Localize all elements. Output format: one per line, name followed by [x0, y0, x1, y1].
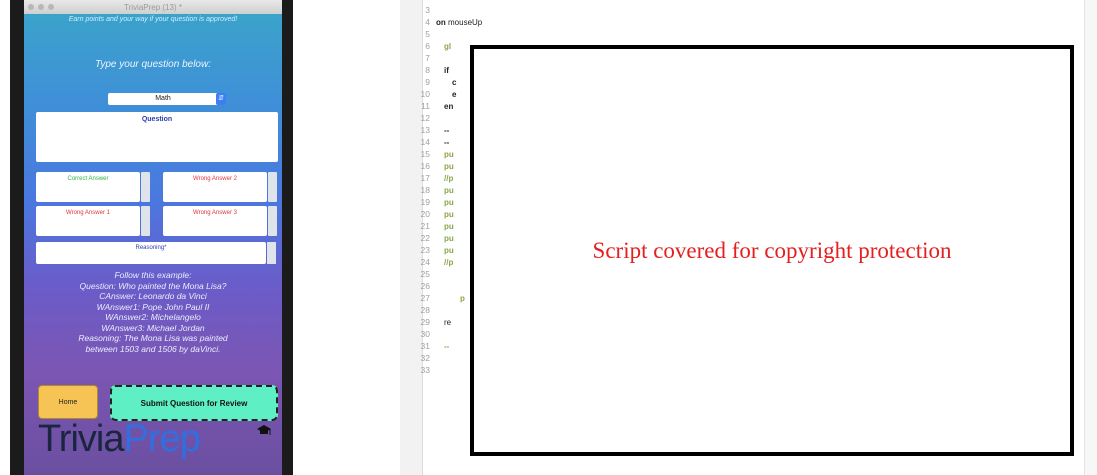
line-number: 20 [420, 209, 430, 219]
editor-scrollbar[interactable] [1084, 0, 1097, 475]
code-fragment: pu [444, 186, 454, 195]
graduation-cap-icon [257, 425, 271, 435]
window-titlebar: TriviaPrep (13) * [24, 0, 282, 14]
earn-points-text: Earn points and your way if your questio… [68, 16, 238, 23]
scrollbar[interactable] [141, 172, 150, 202]
code-line-mouseup[interactable]: on mouseUp [436, 18, 482, 27]
code-fragment: if [444, 66, 449, 75]
triviaprep-logo: TriviaPrep [38, 418, 201, 461]
wrong-answer-1-field[interactable]: Wrong Answer 1 [36, 206, 150, 236]
line-number: 27 [420, 293, 430, 303]
line-number: 15 [420, 149, 430, 159]
wrong-answer-1-label: Wrong Answer 1 [66, 210, 110, 216]
line-number: 32 [420, 353, 430, 363]
example-line: Follow this example: [114, 270, 192, 280]
line-number: 12 [420, 113, 430, 123]
home-button[interactable]: Home [38, 385, 98, 419]
line-number: 24 [420, 257, 430, 267]
keyword-on: on [436, 18, 446, 27]
example-line: WAnswer2: Michelangelo [105, 312, 201, 322]
line-number: 28 [420, 305, 430, 315]
line-number: 26 [420, 281, 430, 291]
line-number: 10 [420, 89, 430, 99]
window-title: TriviaPrep (13) * [124, 2, 182, 12]
line-number: 5 [425, 29, 430, 39]
wrong-answer-2-label: Wrong Answer 2 [193, 176, 237, 182]
line-number: 17 [420, 173, 430, 183]
example-line: Reasoning: The Mona Lisa was painted [78, 333, 228, 343]
subject-value: Math [155, 95, 171, 102]
code-fragment: pu [444, 162, 454, 171]
code-fragment: p [460, 294, 465, 303]
code-fragment: c [452, 78, 457, 87]
phone-mockup: TriviaPrep (13) * Earn points and your w… [10, 0, 293, 475]
line-number: 33 [420, 365, 430, 375]
line-number: 31 [420, 341, 430, 351]
code-fragment: e [452, 90, 457, 99]
code-fragment: pu [444, 150, 454, 159]
scrollbar[interactable] [267, 242, 276, 264]
question-field[interactable]: Question [36, 112, 278, 162]
copyright-cover-box: Script covered for copyright protection [470, 45, 1074, 456]
line-number: 6 [425, 41, 430, 51]
example-line: between 1503 and 1506 by daVinci. [85, 343, 221, 354]
logo-prep: Prep [123, 418, 200, 460]
line-number: 21 [420, 221, 430, 231]
prompt-label: Type your question below: [95, 59, 211, 70]
dropdown-arrow-icon[interactable]: ⇵ [216, 93, 226, 105]
reasoning-label: Reasoning* [135, 245, 167, 251]
code-fragment: pu [444, 246, 454, 255]
code-fragment: -- [444, 126, 450, 135]
code-fragment: pu [444, 222, 454, 231]
correct-answer-field[interactable]: Correct Answer [36, 172, 150, 202]
line-number: 7 [425, 53, 430, 63]
copyright-notice: Script covered for copyright protection [592, 237, 952, 263]
scrollbar[interactable] [141, 206, 150, 236]
code-fragment: en [444, 102, 454, 111]
code-fragment: pu [444, 234, 454, 243]
scrollbar[interactable] [268, 172, 277, 202]
line-number: 9 [425, 77, 430, 87]
wrong-answer-3-label: Wrong Answer 3 [193, 210, 237, 216]
code-fragment: -- [444, 342, 450, 351]
reasoning-field[interactable]: Reasoning* [36, 242, 276, 264]
code-fragment: -- [444, 138, 450, 147]
submit-question-button[interactable]: Submit Question for Review [110, 385, 278, 421]
example-line: Question: Who painted the Mona Lisa? [79, 280, 227, 291]
code-fragment: pu [444, 210, 454, 219]
code-fragment: //p [444, 258, 454, 267]
logo-trivia: Trivia [38, 418, 124, 460]
wrong-answer-2-field[interactable]: Wrong Answer 2 [163, 172, 277, 202]
correct-answer-label: Correct Answer [67, 176, 109, 182]
line-number: 18 [420, 185, 430, 195]
line-number: 29 [420, 317, 430, 327]
handler-name: mouseUp [448, 18, 483, 27]
line-number: 14 [420, 137, 430, 147]
example-line: WAnswer1: Pope John Paul II [96, 301, 210, 312]
line-number: 22 [420, 233, 430, 243]
app-screen: TriviaPrep (13) * Earn points and your w… [24, 0, 282, 475]
example-text: Follow this example: Question: Who paint… [24, 270, 282, 354]
line-number: 8 [425, 65, 430, 75]
code-fragment: pu [444, 198, 454, 207]
question-placeholder: Question [141, 116, 173, 123]
code-fragment: gl [444, 42, 452, 51]
line-number: 23 [420, 245, 430, 255]
subject-dropdown[interactable]: Math ⇵ [108, 93, 226, 105]
line-number: 3 [425, 5, 430, 15]
line-number: 4 [425, 17, 430, 27]
line-number: 25 [420, 269, 430, 279]
line-number: 19 [420, 197, 430, 207]
code-fragment: re [444, 318, 452, 327]
line-number: 13 [420, 125, 430, 135]
scrollbar[interactable] [268, 206, 277, 236]
line-number: 16 [420, 161, 430, 171]
example-line: WAnswer3: Michael Jordan [101, 322, 205, 333]
line-number: 30 [420, 329, 430, 339]
line-number: 11 [421, 101, 430, 111]
wrong-answer-3-field[interactable]: Wrong Answer 3 [163, 206, 277, 236]
code-fragment: //p [444, 174, 454, 183]
example-line: CAnswer: Leonardo da Vinci [99, 291, 207, 301]
